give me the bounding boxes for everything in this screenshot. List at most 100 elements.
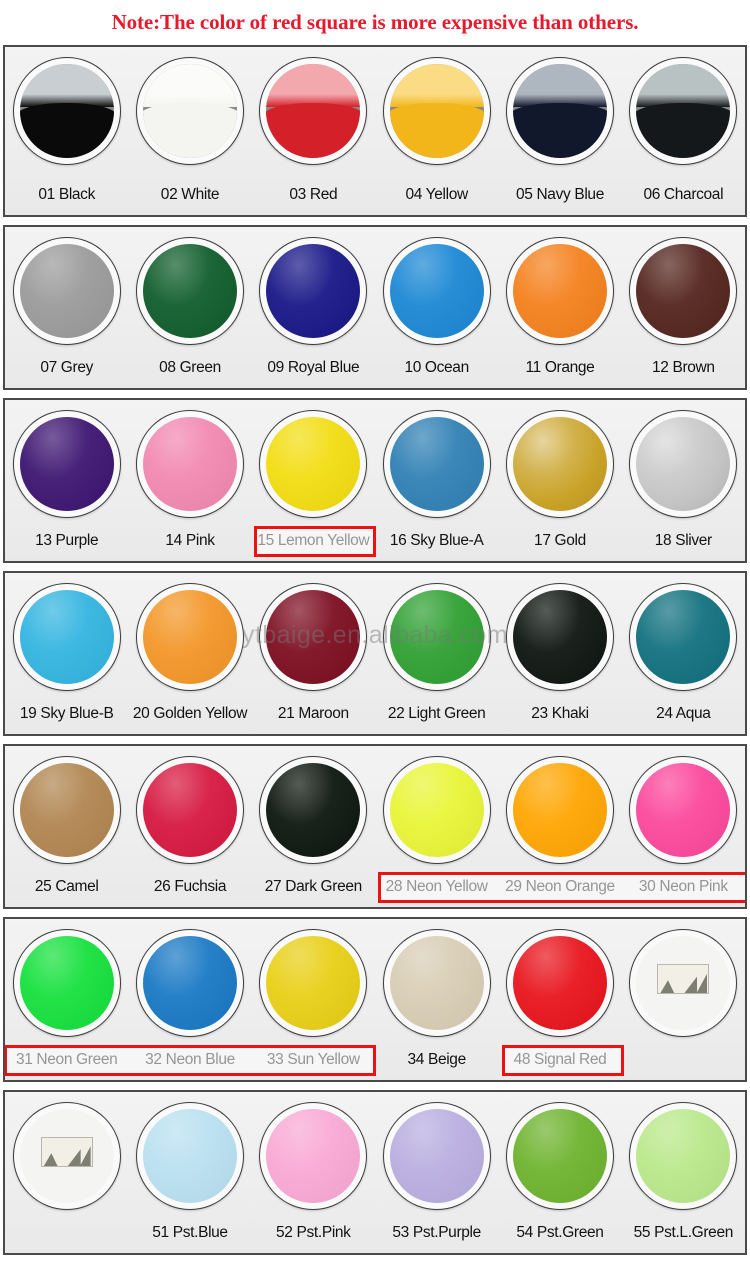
swatch-label-55: 55 Pst.L.Green <box>633 1224 734 1242</box>
swatch-disc-32 <box>142 936 237 1030</box>
label-band: 31 Neon Green 32 Neon Blue 33 Sun Yellow 34… <box>5 1040 745 1080</box>
swatch-disc-48 <box>512 936 607 1030</box>
color-chart-page: Note:The color of red square is more exp… <box>0 0 750 1281</box>
disc-wrap <box>12 1101 122 1211</box>
swatch-disc-53 <box>389 1109 484 1203</box>
disc-wrap <box>505 236 615 346</box>
disc-wrap <box>628 928 738 1038</box>
swatch-disc-33 <box>266 936 361 1030</box>
page-note: Note:The color of red square is more exp… <box>111 10 639 34</box>
swatch-label-32: 32 Neon Blue <box>145 1051 235 1069</box>
swatch-disc-07 <box>19 244 114 338</box>
swatch-disc-18 <box>636 417 731 511</box>
swatch-disc-55 <box>636 1109 731 1203</box>
swatch-row-2: 07 Grey 08 Green 09 Royal Blue 10 Ocean 11 O… <box>3 225 747 390</box>
swatch-label-33: 33 Sun Yellow <box>266 1051 360 1069</box>
disc-wrap <box>505 1101 615 1211</box>
swatch-label-14: 14 Pink <box>165 532 215 550</box>
swatch-disc-09 <box>266 244 361 338</box>
swatch-disc-30 <box>636 763 731 857</box>
swatch-disc-04 <box>389 64 484 158</box>
disc-color-region <box>636 103 731 158</box>
swatch-label-54: 54 Pst.Green <box>516 1224 604 1242</box>
swatch-disc-20 <box>142 590 237 684</box>
swatch-disc-28 <box>389 763 484 857</box>
swatch-label-05: 05 Navy Blue <box>515 186 604 204</box>
swatch-row-6: 31 Neon Green 32 Neon Blue 33 Sun Yellow 34… <box>3 917 747 1082</box>
swatch-disc-34 <box>389 936 484 1030</box>
swatch-disc-31 <box>19 936 114 1030</box>
swatch-label-17: 17 Gold <box>534 532 586 550</box>
swatch-disc-26 <box>142 763 237 857</box>
disc-wrap <box>628 56 738 166</box>
swatch-disc-11 <box>512 244 607 338</box>
swatch-label-21: 21 Maroon <box>277 705 349 723</box>
disc-wrap <box>135 1101 245 1211</box>
swatch-rows: 01 Black 02 White 03 Red 04 Yellow 05 Navy B… <box>0 45 750 1263</box>
disc-highlight-region <box>142 64 237 108</box>
disc-wrap <box>135 236 245 346</box>
disc-highlight-region <box>19 64 114 108</box>
swatch-disc-empty <box>19 1109 114 1203</box>
swatch-disc-12 <box>636 244 731 338</box>
disc-highlight-region <box>636 64 731 108</box>
swatch-disc-02 <box>142 64 237 158</box>
disc-wrap <box>135 409 245 519</box>
disc-wrap <box>135 928 245 1038</box>
swatch-disc-05 <box>512 64 607 158</box>
swatch-label-24: 24 Aqua <box>656 705 711 723</box>
disc-wrap <box>12 582 122 692</box>
disc-wrap <box>505 409 615 519</box>
disc-wrap <box>505 582 615 692</box>
swatch-label-06: 06 Charcoal <box>643 186 724 204</box>
swatch-label-26: 26 Fuchsia <box>153 878 227 896</box>
swatch-disc-24 <box>636 590 731 684</box>
swatch-label-53: 53 Pst.Purple <box>392 1224 481 1242</box>
disc-wrap <box>382 928 492 1038</box>
swatch-disc-08 <box>142 244 237 338</box>
swatch-disc-19 <box>19 590 114 684</box>
swatch-disc-27 <box>266 763 361 857</box>
disc-wrap <box>382 56 492 166</box>
swatch-row-1: 01 Black 02 White 03 Red 04 Yellow 05 Navy B… <box>3 45 747 217</box>
swatch-disc-10 <box>389 244 484 338</box>
swatch-label-02: 02 White <box>160 186 220 204</box>
swatch-label-29: 29 Neon Orange <box>505 878 615 896</box>
disc-wrap <box>258 1101 368 1211</box>
disc-wrap <box>628 755 738 865</box>
disc-color-region <box>266 103 361 158</box>
swatch-row-5: 25 Camel 26 Fuchsia 27 Dark Green 28 Neon Y… <box>3 744 747 909</box>
swatch-disc-21 <box>266 590 361 684</box>
label-band: 07 Grey 08 Green 09 Royal Blue 10 Ocean 11 O… <box>5 348 745 388</box>
sample-photo-icon <box>40 1137 93 1168</box>
disc-color-region <box>142 103 237 158</box>
label-band: 13 Purple 14 Pink 15 Lemon Yellow 16 Sky Bl… <box>5 521 745 561</box>
triangle-shape-icon <box>67 1149 81 1167</box>
swatch-label-34: 34 Beige <box>407 1051 466 1069</box>
swatch-disc-29 <box>512 763 607 857</box>
disc-wrap <box>12 409 122 519</box>
swatch-disc-empty <box>636 936 731 1030</box>
disc-wrap <box>505 755 615 865</box>
label-band: 25 Camel 26 Fuchsia 27 Dark Green 28 Neon Y… <box>5 867 745 907</box>
disc-wrap <box>382 236 492 346</box>
swatch-disc-01 <box>19 64 114 158</box>
disc-wrap <box>628 409 738 519</box>
disc-wrap <box>258 928 368 1038</box>
swatch-label-18: 18 Sliver <box>654 532 713 550</box>
disc-color-region <box>19 103 114 158</box>
swatch-label-51: 51 Pst.Blue <box>152 1224 228 1242</box>
disc-wrap <box>505 56 615 166</box>
disc-highlight-region <box>266 64 361 108</box>
swatch-label-13: 13 Purple <box>35 532 99 550</box>
swatch-row-4: 19 Sky Blue-B 20 Golden Yellow 21 Maroon 22… <box>3 571 747 736</box>
triangle-shape-icon <box>43 1153 58 1167</box>
disc-wrap <box>12 928 122 1038</box>
disc-wrap <box>12 755 122 865</box>
disc-wrap <box>628 582 738 692</box>
swatch-label-20: 20 Golden Yellow <box>132 705 248 723</box>
swatch-label-08: 08 Green <box>159 359 221 377</box>
disc-highlight-region <box>512 64 607 108</box>
disc-wrap <box>382 1101 492 1211</box>
disc-wrap <box>258 582 368 692</box>
